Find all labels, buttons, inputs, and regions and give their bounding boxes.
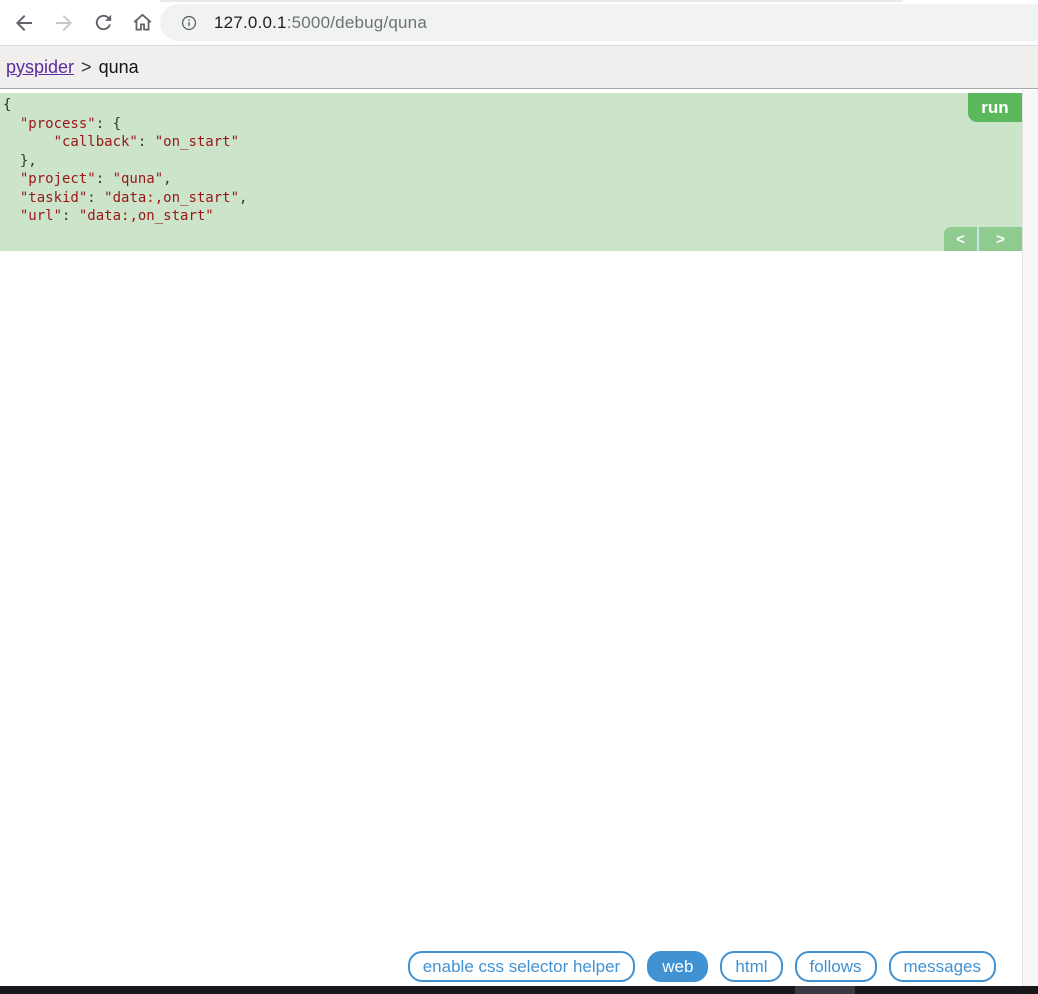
back-button[interactable] xyxy=(8,0,40,45)
info-icon[interactable] xyxy=(180,14,198,32)
home-icon xyxy=(133,13,151,31)
url-path: :5000/debug/quna xyxy=(286,12,427,32)
bottom-dark-bar xyxy=(0,986,1038,994)
task-json-panel: { "process": { "callback": "on_start" },… xyxy=(0,93,1022,251)
run-button[interactable]: run xyxy=(968,93,1022,122)
next-task-button[interactable]: > xyxy=(979,227,1022,251)
footer-button-enable-css-selector-helper[interactable]: enable css selector helper xyxy=(407,951,636,982)
back-arrow-icon xyxy=(16,14,32,31)
task-json-editor[interactable]: { "process": { "callback": "on_start" },… xyxy=(0,93,1022,226)
breadcrumb: pyspider > quna xyxy=(0,46,1038,89)
footer-button-html[interactable]: html xyxy=(720,951,783,982)
prev-task-button[interactable]: < xyxy=(944,227,977,251)
forward-button[interactable] xyxy=(48,0,80,45)
refresh-button[interactable] xyxy=(87,0,119,45)
breadcrumb-separator: > xyxy=(81,56,92,77)
breadcrumb-link-pyspider[interactable]: pyspider xyxy=(6,57,74,78)
home-button[interactable] xyxy=(126,0,158,45)
url-text: 127.0.0.1:5000/debug/quna xyxy=(214,13,427,33)
window-top-edge xyxy=(160,0,903,2)
footer-button-follows[interactable]: follows xyxy=(794,951,877,982)
browser-toolbar: 127.0.0.1:5000/debug/quna xyxy=(0,0,1038,46)
footer-button-messages[interactable]: messages xyxy=(888,951,996,982)
forward-arrow-icon xyxy=(56,14,72,31)
url-host: 127.0.0.1 xyxy=(214,12,287,32)
breadcrumb-current-project: quna xyxy=(98,56,139,77)
refresh-icon xyxy=(95,14,111,31)
vertical-scrollbar[interactable] xyxy=(1022,90,1038,986)
footer-toolbar: enable css selector helper web html follows… xyxy=(0,951,1022,982)
footer-button-web[interactable]: web xyxy=(647,951,709,982)
bottom-dark-bar-highlight xyxy=(795,986,855,994)
task-nav: < > xyxy=(944,227,1022,251)
url-bar[interactable]: 127.0.0.1:5000/debug/quna xyxy=(160,4,1038,41)
